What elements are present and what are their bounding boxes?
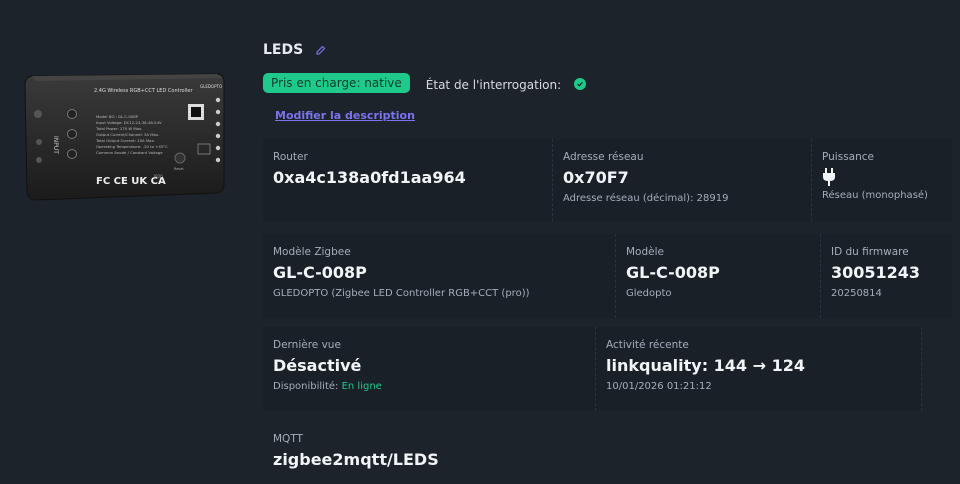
svg-text:Output Current/Channel: 3A Max: Output Current/Channel: 3A Max. <box>96 132 159 137</box>
model-card: Modèle GL-C-008P Gledopto <box>616 234 821 318</box>
model-vendor: Gledopto <box>626 288 672 299</box>
model-label: Modèle <box>626 246 664 258</box>
network-address-label: Adresse réseau <box>563 151 644 163</box>
status-row: Pris en charge: native État de l'interro… <box>263 73 587 93</box>
svg-text:GLEDOPTO: GLEDOPTO <box>200 84 222 89</box>
poll-status-label: État de l'interrogation: <box>425 77 562 92</box>
firmware-date: 20250814 <box>831 288 882 299</box>
plug-icon <box>822 168 942 188</box>
recent-activity-value: linkquality: 144 → 124 <box>606 356 805 375</box>
info-row-network: Router 0xa4c138a0fd1aa964 Adresse réseau… <box>263 139 952 221</box>
last-seen-card: Dernière vue Désactivé Disponibilité: En… <box>263 327 596 411</box>
mqtt-label: MQTT <box>273 433 303 445</box>
zigbee-model-description: GLEDOPTO (Zigbee LED Controller RGB+CCT … <box>273 288 530 299</box>
zigbee-model-card: Modèle Zigbee GL-C-008P GLEDOPTO (Zigbee… <box>263 234 616 318</box>
svg-text:Model NO.: GL-C-008P: Model NO.: GL-C-008P <box>96 114 139 119</box>
recent-activity-card: Activité récente linkquality: 144 → 124 … <box>596 327 922 411</box>
availability-value: En ligne <box>341 381 382 392</box>
device-header: LEDS <box>263 42 327 58</box>
svg-text:Total Output Current: 10A Max.: Total Output Current: 10A Max. <box>95 138 155 143</box>
availability: Disponibilité: En ligne <box>273 381 585 392</box>
power-value: Réseau (monophasé) <box>822 190 928 201</box>
info-row-mqtt: MQTT zigbee2mqtt/LEDS <box>263 421 952 484</box>
power-label: Puissance <box>822 151 874 163</box>
firmware-value: 30051243 <box>831 263 921 282</box>
network-address-value: 0x70F7 <box>563 168 629 187</box>
svg-text:Operating Temperature: -20 to: Operating Temperature: -20 to +45°C <box>96 144 168 149</box>
svg-text:Common Anode / Constant Voltag: Common Anode / Constant Voltage <box>96 150 163 155</box>
svg-text:INPUT: INPUT <box>52 136 59 154</box>
power-card: Puissance Réseau (monophasé) <box>812 139 952 221</box>
support-badge: Pris en charge: native <box>263 73 410 93</box>
firmware-card: ID du firmware 30051243 20250814 <box>821 234 952 318</box>
svg-text:Total Power: 270 W Max.: Total Power: 270 W Max. <box>95 126 142 131</box>
router-label: Router <box>273 151 308 163</box>
svg-text:Reset: Reset <box>174 167 184 171</box>
network-address-decimal: Adresse réseau (décimal): 28919 <box>563 193 729 204</box>
model-value: GL-C-008P <box>626 263 720 282</box>
edit-icon[interactable] <box>315 44 327 56</box>
info-row-model: Modèle Zigbee GL-C-008P GLEDOPTO (Zigbee… <box>263 234 952 318</box>
modify-description-link[interactable]: Modifier la description <box>275 109 415 122</box>
router-value[interactable]: 0xa4c138a0fd1aa964 <box>273 168 542 187</box>
mqtt-card: MQTT zigbee2mqtt/LEDS <box>263 421 596 484</box>
svg-text:2.4G Wireless RGB+CCT LED Cont: 2.4G Wireless RGB+CCT LED Controller <box>94 88 193 94</box>
availability-label: Disponibilité: <box>273 381 339 392</box>
zigbee-model-label: Modèle Zigbee <box>273 246 351 258</box>
network-address-card: Adresse réseau 0x70F7 Adresse réseau (dé… <box>553 139 812 221</box>
svg-text:Input Voltage: DC12-24-36-48-5: Input Voltage: DC12-24-36-48-54V <box>96 120 162 125</box>
firmware-label: ID du firmware <box>831 246 909 258</box>
device-image: INPUT 2.4G Wireless RGB+CCT LED Controll… <box>24 73 225 201</box>
router-card: Router 0xa4c138a0fd1aa964 <box>263 139 553 221</box>
check-circle-icon <box>574 78 587 90</box>
info-row-activity: Dernière vue Désactivé Disponibilité: En… <box>263 327 952 411</box>
empty-cell <box>922 327 952 411</box>
recent-activity-time: 10/01/2026 01:21:12 <box>606 381 712 392</box>
poll-status: État de l'interrogation: <box>425 74 587 93</box>
last-seen-label: Dernière vue <box>273 339 341 351</box>
mqtt-topic[interactable]: zigbee2mqtt/LEDS <box>273 450 586 469</box>
svg-text:IP20: IP20 <box>154 174 163 179</box>
recent-activity-label: Activité récente <box>606 339 689 351</box>
device-name: LEDS <box>263 42 304 58</box>
last-seen-value: Désactivé <box>273 356 362 375</box>
zigbee-model-value: GL-C-008P <box>273 263 367 282</box>
